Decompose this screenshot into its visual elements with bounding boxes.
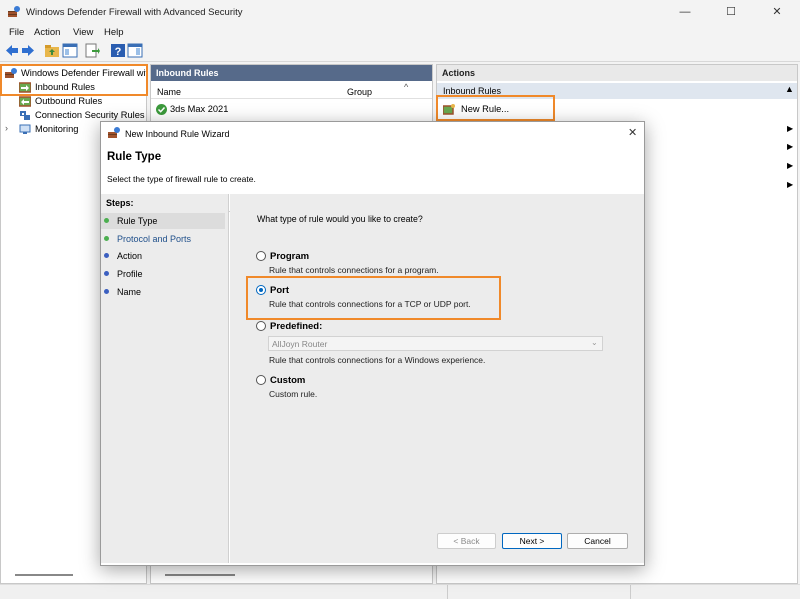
step-rule-type: Rule Type — [101, 213, 225, 229]
back-button[interactable]: < Back — [437, 533, 496, 549]
close-button[interactable]: ✕ — [754, 0, 800, 24]
predefined-option-desc: Rule that controls connections for a Win… — [269, 355, 486, 365]
sort-caret-icon: ^ — [404, 82, 409, 92]
tree-item-label: Connection Security Rules — [35, 110, 145, 120]
show-action-pane-icon[interactable] — [127, 43, 143, 58]
firewall-app-icon — [108, 127, 120, 138]
submenu-arrow-icon[interactable]: ▶ — [787, 161, 793, 170]
step-protocol-and-ports: Protocol and Ports — [101, 231, 225, 247]
tree-item-outbound-rules[interactable]: Outbound Rules — [19, 95, 139, 109]
status-bar — [0, 584, 800, 599]
wizard-steps-panel: Steps: Rule Type Protocol and Ports Acti… — [101, 194, 229, 563]
column-header-group[interactable]: Group — [347, 87, 372, 97]
show-hide-tree-icon[interactable] — [62, 43, 78, 58]
new-inbound-rule-wizard-dialog: New Inbound Rule Wizard ✕ Rule Type Sele… — [100, 121, 645, 566]
step-name: Name — [101, 284, 225, 300]
status-divider — [447, 585, 448, 599]
forward-arrow-icon[interactable] — [20, 43, 36, 58]
dialog-close-icon[interactable]: ✕ — [628, 126, 637, 139]
menu-view[interactable]: View — [73, 27, 93, 38]
toolbar: ? — [0, 40, 800, 62]
up-folder-icon[interactable] — [44, 43, 60, 58]
svg-text:?: ? — [115, 46, 122, 58]
menu-file[interactable]: File — [9, 27, 24, 38]
predefined-select[interactable]: AllJoyn Router ⌄ — [268, 336, 603, 351]
step-label: Action — [117, 251, 143, 261]
firewall-app-icon — [8, 6, 20, 17]
column-header-row: Name Group ^ — [151, 81, 432, 99]
menu-bar: File Action View Help — [0, 24, 800, 40]
submenu-arrow-icon[interactable]: ▶ — [787, 124, 793, 133]
step-dot-icon — [104, 289, 109, 294]
title-bar: Windows Defender Firewall with Advanced … — [0, 0, 800, 24]
dialog-heading: Rule Type — [107, 151, 162, 163]
predefined-select-value: AllJoyn Router — [272, 339, 328, 349]
tree-scrollbar-thumb[interactable] — [15, 574, 73, 576]
step-label: Profile — [117, 269, 143, 279]
status-divider — [630, 585, 631, 599]
custom-option-label[interactable]: Custom — [270, 375, 305, 386]
custom-option-desc: Custom rule. — [269, 389, 318, 399]
actions-header: Actions — [437, 65, 797, 81]
submenu-arrow-icon[interactable]: ▶ — [787, 142, 793, 151]
steps-label: Steps: — [106, 198, 134, 208]
menu-action[interactable]: Action — [34, 27, 60, 38]
program-option-label[interactable]: Program — [270, 251, 309, 262]
step-label: Protocol and Ports — [117, 234, 192, 244]
next-button[interactable]: Next > — [502, 533, 562, 549]
help-icon[interactable]: ? — [110, 43, 126, 58]
predefined-option-label[interactable]: Predefined: — [270, 321, 322, 332]
rules-list-header: Inbound Rules — [151, 65, 432, 81]
maximize-button[interactable]: ☐ — [708, 0, 754, 24]
step-dot-icon — [104, 236, 109, 241]
enabled-check-icon — [156, 104, 167, 115]
program-radio[interactable] — [256, 251, 266, 261]
dialog-title-bar: New Inbound Rule Wizard ✕ — [101, 122, 644, 144]
wizard-content: What type of rule would you like to crea… — [230, 194, 644, 563]
step-complete-dot-icon — [104, 218, 109, 223]
dialog-title: New Inbound Rule Wizard — [125, 129, 230, 139]
port-option-highlight — [246, 276, 501, 320]
rule-type-question: What type of rule would you like to crea… — [257, 214, 423, 224]
rule-name: 3ds Max 2021 — [170, 104, 229, 114]
back-arrow-icon[interactable] — [4, 43, 20, 58]
chevron-right-icon[interactable]: › — [5, 123, 8, 133]
predefined-radio[interactable] — [256, 321, 266, 331]
list-scrollbar-thumb[interactable] — [165, 574, 235, 576]
minimize-button[interactable]: — — [662, 0, 708, 24]
table-row[interactable]: 3ds Max 2021 — [156, 103, 356, 117]
outbound-rules-icon — [19, 96, 31, 107]
step-profile: Profile — [101, 266, 225, 282]
program-option-desc: Rule that controls connections for a pro… — [269, 265, 439, 275]
submenu-arrow-icon[interactable]: ▶ — [787, 180, 793, 189]
inbound-rules-highlight — [0, 64, 148, 96]
connection-security-icon — [20, 111, 30, 120]
new-rule-highlight — [436, 95, 555, 121]
chevron-down-icon: ⌄ — [591, 338, 598, 347]
collapse-up-icon[interactable]: ▲ — [785, 84, 794, 94]
tree-item-label: Outbound Rules — [35, 96, 103, 106]
monitoring-icon — [19, 124, 31, 134]
window-title: Windows Defender Firewall with Advanced … — [26, 7, 243, 18]
column-header-name[interactable]: Name — [157, 87, 181, 97]
step-label: Rule Type — [117, 216, 158, 226]
step-action: Action — [101, 248, 225, 264]
step-label: Name — [117, 287, 142, 297]
menu-help[interactable]: Help — [104, 27, 124, 38]
tree-item-label: Monitoring — [35, 124, 79, 134]
cancel-button[interactable]: Cancel — [567, 533, 628, 549]
step-dot-icon — [104, 253, 109, 258]
export-list-icon[interactable] — [84, 43, 100, 58]
step-dot-icon — [104, 271, 109, 276]
dialog-subheading: Select the type of firewall rule to crea… — [107, 174, 256, 184]
custom-radio[interactable] — [256, 375, 266, 385]
